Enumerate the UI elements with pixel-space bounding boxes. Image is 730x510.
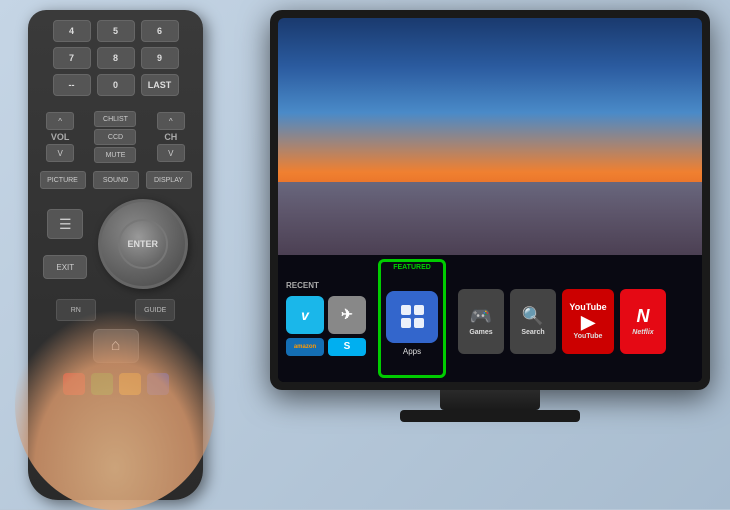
search-app-icon[interactable]: 🔍 Search (510, 289, 556, 354)
featured-section[interactable]: FEATURED Apps (378, 259, 446, 378)
recent-section: RECENT v ✈ (278, 255, 374, 382)
btn-8[interactable]: 8 (97, 47, 135, 69)
tv-water (278, 182, 702, 255)
more-apps-section: 🎮 Games 🔍 Search YouTube ▶ (450, 255, 702, 382)
mute-btn[interactable]: MUTE (94, 147, 136, 163)
apps-app-icon[interactable] (386, 291, 438, 343)
tv-frame: RECENT v ✈ (270, 10, 710, 390)
vol-block: ^ VOL V (46, 112, 74, 162)
vol-up-btn[interactable]: ^ (46, 112, 74, 130)
enter-label: ENTER (127, 239, 158, 249)
amazon-app-icon[interactable]: amazon (286, 338, 324, 356)
enter-button[interactable]: ENTER (98, 199, 188, 289)
recent-apps-row2: amazon S (286, 338, 366, 356)
skype-app-icon[interactable]: S (328, 338, 366, 356)
tv-stand (440, 390, 540, 410)
vimeo-app-icon[interactable]: v (286, 296, 324, 334)
hand-overlay (15, 300, 215, 510)
apps-square-1 (401, 305, 411, 315)
apps-symbol (397, 301, 428, 332)
btn-6[interactable]: 6 (141, 20, 179, 42)
display-btn[interactable]: DISPLAY (146, 171, 192, 189)
ccd-btn[interactable]: CCD (94, 129, 136, 145)
nav-left: ☰ EXIT (43, 209, 87, 279)
psd-row: PICTURE SOUND DISPLAY (28, 167, 203, 193)
ch-down-btn[interactable]: V (157, 144, 185, 162)
tv-menu: RECENT v ✈ (278, 255, 702, 382)
recent-apps-row: v ✈ (286, 296, 366, 334)
games-app-icon[interactable]: 🎮 Games (458, 289, 504, 354)
youtube-app-icon[interactable]: YouTube ▶ YouTube (562, 289, 614, 354)
sound-btn[interactable]: SOUND (93, 171, 139, 189)
apps-square-4 (414, 318, 424, 328)
vol-down-btn[interactable]: V (46, 144, 74, 162)
tv-base (400, 410, 580, 422)
featured-label: FEATURED (393, 264, 431, 271)
apps-square-2 (414, 305, 424, 315)
nav-area: ☰ EXIT ENTER (28, 193, 203, 295)
tv-container: RECENT v ✈ (270, 10, 710, 460)
apps-label: Apps (403, 347, 421, 356)
number-row-456: 4 5 6 (40, 20, 191, 42)
more-apps-row: 🎮 Games 🔍 Search YouTube ▶ (458, 289, 694, 354)
vol-label: VOL (51, 132, 70, 142)
btn-0[interactable]: 0 (97, 74, 135, 96)
btn-9[interactable]: 9 (141, 47, 179, 69)
menu-btn[interactable]: ☰ (47, 209, 83, 239)
chlist-block: CHLIST CCD MUTE (94, 111, 136, 163)
scene: RECENT v ✈ (0, 0, 730, 509)
btn-5[interactable]: 5 (97, 20, 135, 42)
apps-square-3 (401, 318, 411, 328)
btn-4[interactable]: 4 (53, 20, 91, 42)
picture-btn[interactable]: PICTURE (40, 171, 86, 189)
btn-7[interactable]: 7 (53, 47, 91, 69)
enter-inner[interactable]: ENTER (118, 219, 168, 269)
other-app-icon[interactable]: ✈ (328, 296, 366, 334)
netflix-app-icon[interactable]: N Netflix (620, 289, 666, 354)
vol-ch-section: ^ VOL V CHLIST CCD MUTE ^ CH V (28, 107, 203, 167)
ch-block: ^ CH V (157, 112, 185, 162)
ch-up-btn[interactable]: ^ (157, 112, 185, 130)
btn-dash[interactable]: -- (53, 74, 91, 96)
ch-label: CH (164, 132, 177, 142)
recent-label: RECENT (286, 281, 366, 290)
number-row-789: 7 8 9 (40, 47, 191, 69)
number-row-0: -- 0 LAST (40, 74, 191, 96)
chlist-btn[interactable]: CHLIST (94, 111, 136, 127)
remote-top-section: 4 5 6 7 8 9 -- 0 LAST (28, 10, 203, 107)
exit-btn[interactable]: EXIT (43, 255, 87, 279)
btn-last[interactable]: LAST (141, 74, 179, 96)
tv-screen: RECENT v ✈ (278, 18, 702, 382)
